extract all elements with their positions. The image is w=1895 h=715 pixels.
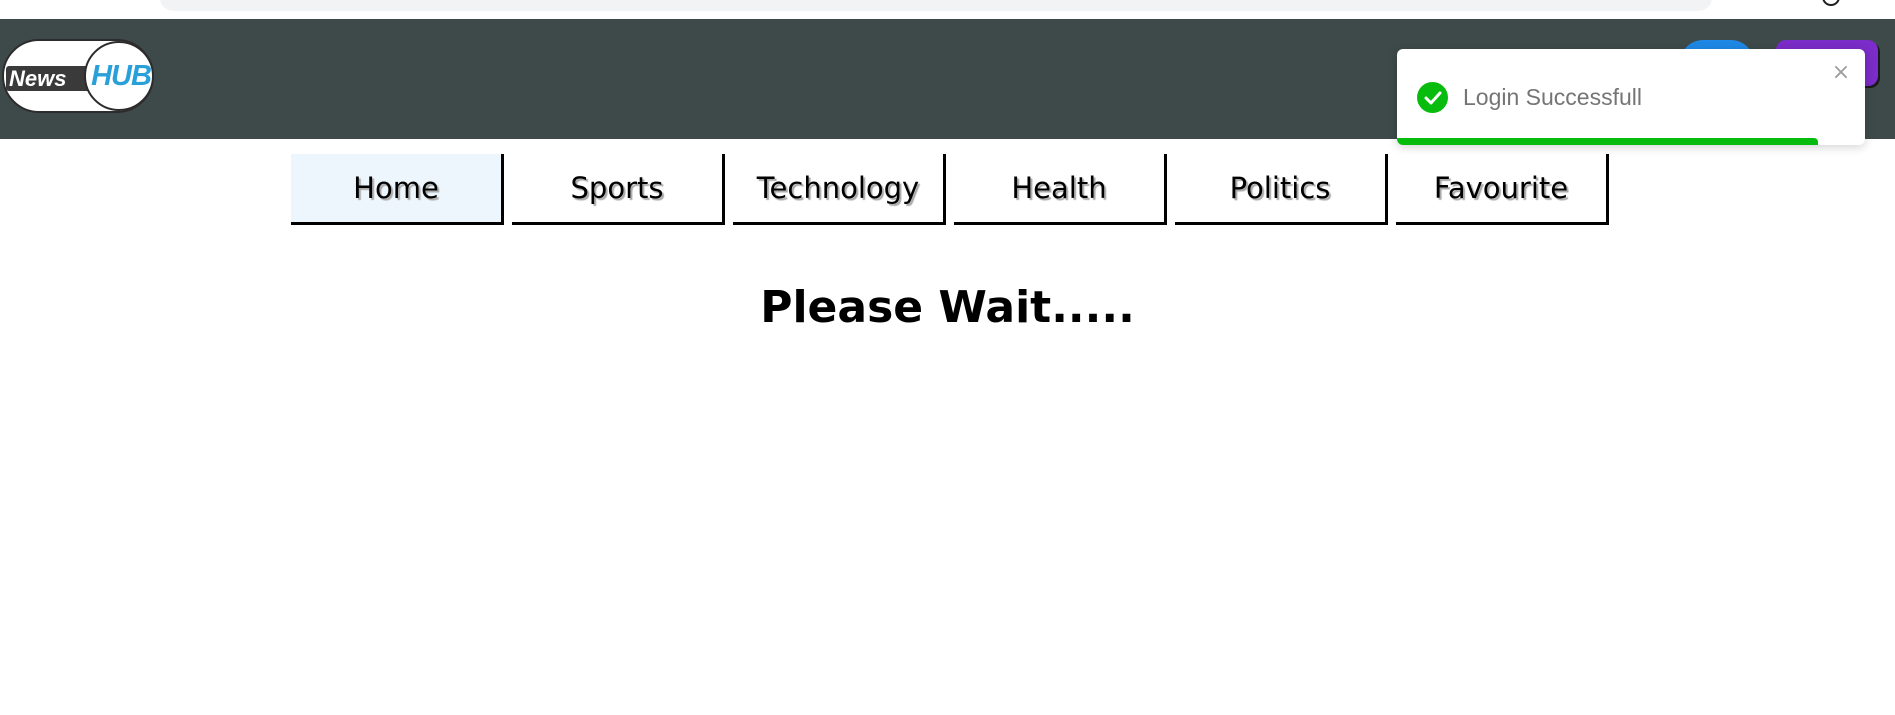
address-bar[interactable] [160,0,1712,11]
logo-hub-text: HUB [91,60,152,92]
tab-favourite[interactable]: Favourite [1396,154,1609,225]
browser-toolbar [0,0,1895,19]
tab-politics[interactable]: Politics [1175,154,1388,225]
logo-news-text: News [6,66,90,91]
loading-message: Please Wait..... [760,282,1135,333]
tab-sports[interactable]: Sports [512,154,725,225]
tab-home[interactable]: Home [291,154,504,225]
close-icon[interactable]: × [1830,62,1852,84]
toast-message: Login Successfull [1463,84,1642,110]
tab-health[interactable]: Health [954,154,1167,225]
profile-icon[interactable] [1822,0,1840,6]
site-logo[interactable]: News HUB [2,39,154,113]
tab-technology[interactable]: Technology [733,154,946,225]
toast-progress-bar [1397,138,1819,145]
check-circle-icon [1417,82,1448,113]
login-toast: Login Successfull × [1397,49,1865,145]
